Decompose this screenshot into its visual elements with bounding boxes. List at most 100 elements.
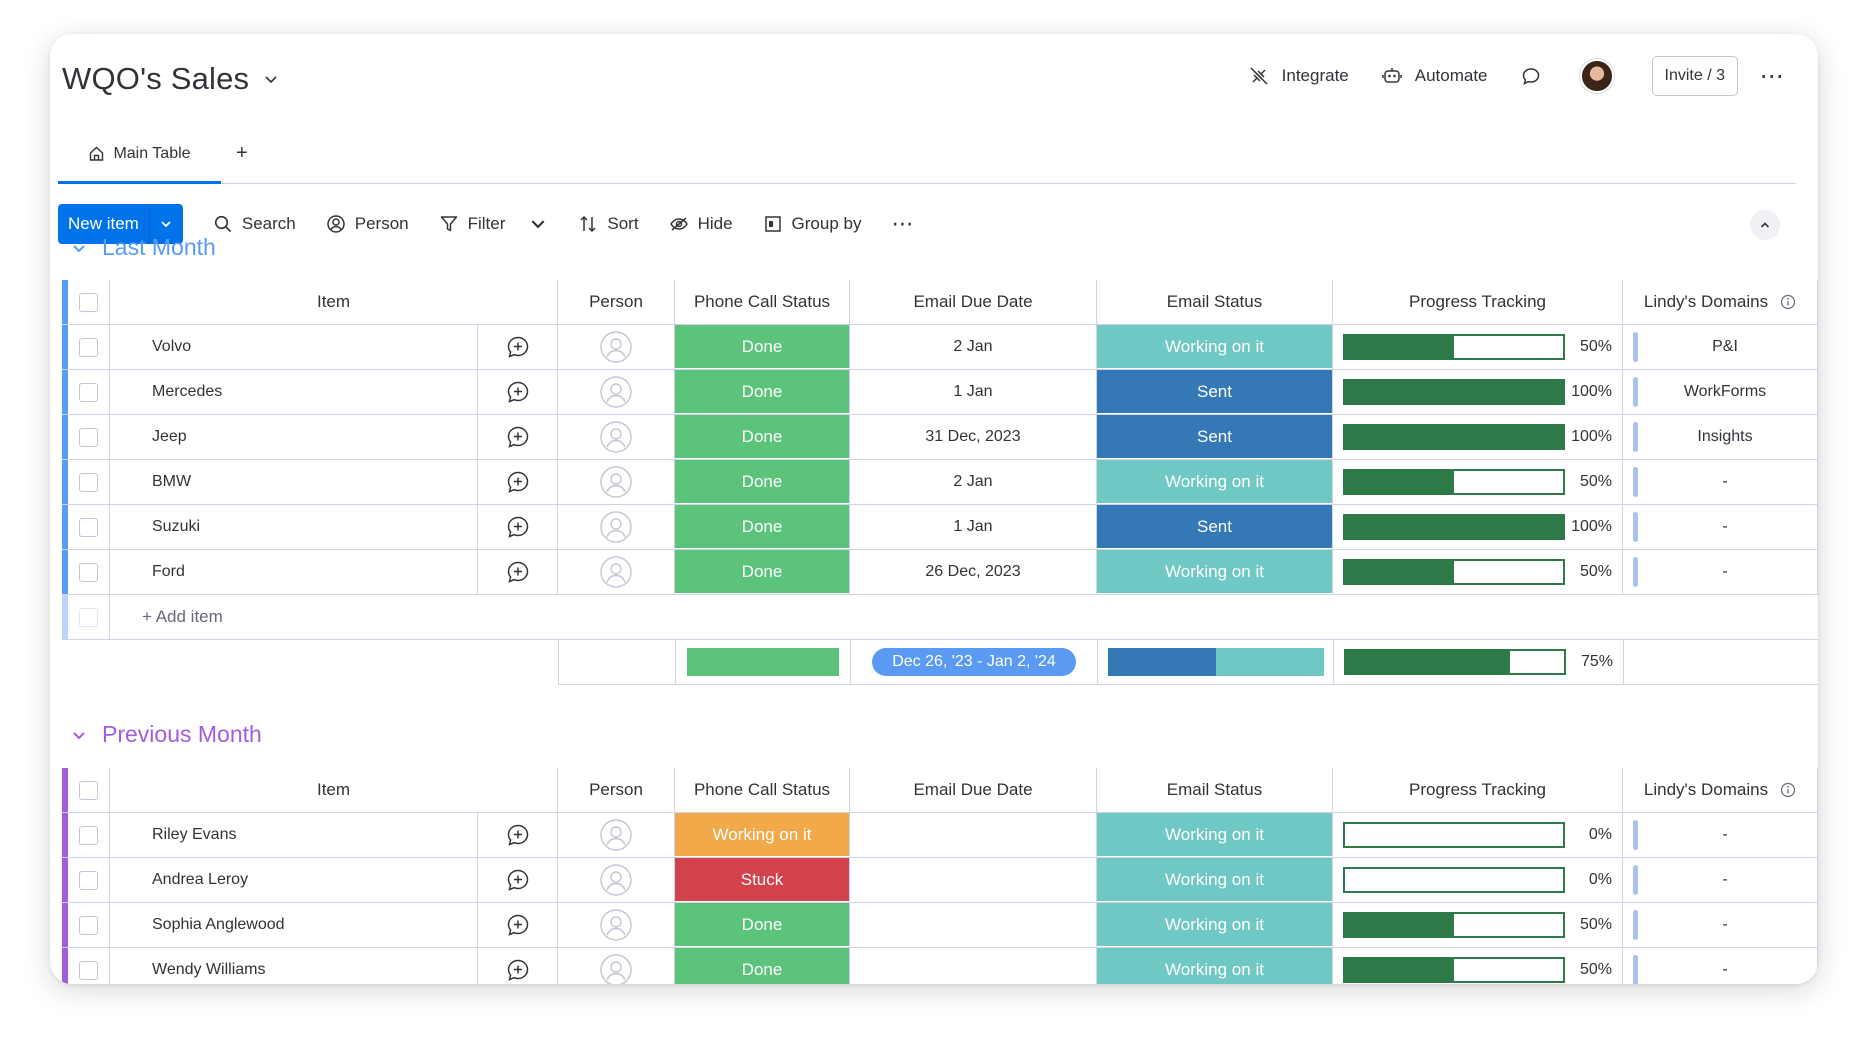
person-cell[interactable] — [558, 550, 675, 595]
table-row[interactable]: Andrea Leroy Stuck Working on it 0% - — [62, 858, 1818, 903]
email-due-date-cell[interactable]: 2 Jan — [850, 325, 1097, 370]
email-status-cell[interactable]: Working on it — [1097, 325, 1333, 370]
item-name-cell[interactable]: Jeep — [110, 415, 478, 460]
item-name-cell[interactable]: Andrea Leroy — [110, 858, 478, 903]
person-cell[interactable] — [558, 505, 675, 550]
phone-call-status-label[interactable]: Done — [675, 325, 849, 369]
add-view-button[interactable]: + — [236, 142, 248, 165]
email-status-label[interactable]: Sent — [1097, 370, 1332, 414]
chevron-down-icon[interactable] — [70, 726, 88, 744]
item-name-cell[interactable]: BMW — [110, 460, 478, 505]
group-header-previous-month[interactable]: Previous Month — [70, 721, 262, 748]
column-header-email-status[interactable]: Email Status — [1097, 280, 1333, 325]
domain-cell[interactable]: - — [1623, 948, 1818, 984]
table-row[interactable]: Ford Done 26 Dec, 2023 Working on it 50% - — [62, 550, 1818, 595]
item-name-cell[interactable]: Suzuki — [110, 505, 478, 550]
add-update-button[interactable] — [478, 858, 558, 903]
add-item-row[interactable]: + Add item — [62, 595, 1818, 640]
domain-cell[interactable]: - — [1623, 903, 1818, 948]
column-header-email-due-date[interactable]: Email Due Date — [850, 280, 1097, 325]
email-status-label[interactable]: Working on it — [1097, 813, 1332, 857]
hide-button[interactable]: Hide — [669, 214, 733, 234]
email-status-cell[interactable]: Sent — [1097, 370, 1333, 415]
email-status-label[interactable]: Sent — [1097, 415, 1332, 459]
item-name[interactable]: BMW — [152, 473, 191, 491]
item-name[interactable]: Ford — [152, 563, 185, 581]
board-title[interactable]: WQO's Sales — [62, 61, 249, 97]
sort-button[interactable]: Sort — [578, 214, 639, 234]
group-title[interactable]: Last Month — [102, 234, 216, 261]
item-name[interactable]: Jeep — [152, 428, 187, 446]
person-cell[interactable] — [558, 325, 675, 370]
email-status-label[interactable]: Sent — [1097, 505, 1332, 549]
automate-button[interactable]: Automate — [1381, 65, 1488, 87]
item-name[interactable]: Mercedes — [152, 383, 222, 401]
email-due-date-cell[interactable]: 2 Jan — [850, 460, 1097, 505]
column-header-domains[interactable]: Lindy's Domains — [1623, 280, 1818, 325]
select-all-checkbox[interactable] — [79, 292, 98, 312]
chevron-down-icon[interactable] — [528, 214, 548, 234]
item-name[interactable]: Wendy Williams — [152, 961, 266, 979]
email-due-date-cell[interactable]: 31 Dec, 2023 — [850, 415, 1097, 460]
email-status-cell[interactable]: Working on it — [1097, 550, 1333, 595]
phone-call-status-label[interactable]: Done — [675, 948, 849, 984]
chevron-down-icon[interactable] — [263, 71, 279, 87]
add-update-button[interactable] — [478, 903, 558, 948]
table-row[interactable]: Suzuki Done 1 Jan Sent 100% - — [62, 505, 1818, 550]
email-status-cell[interactable]: Sent — [1097, 415, 1333, 460]
select-all-checkbox[interactable] — [79, 780, 98, 800]
email-status-label[interactable]: Working on it — [1097, 550, 1332, 594]
person-cell[interactable] — [558, 903, 675, 948]
phone-call-status-label[interactable]: Done — [675, 370, 849, 414]
phone-call-status-label[interactable]: Stuck — [675, 858, 849, 902]
column-header-phone-call-status[interactable]: Phone Call Status — [675, 768, 850, 813]
row-checkbox[interactable] — [79, 915, 98, 935]
phone-call-status-cell[interactable]: Done — [675, 948, 850, 984]
table-row[interactable]: Riley Evans Working on it Working on it 0% - — [62, 813, 1818, 858]
filter-button[interactable]: Filter — [439, 214, 549, 234]
row-checkbox[interactable] — [79, 382, 98, 402]
domain-cell[interactable]: WorkForms — [1623, 370, 1818, 415]
phone-call-status-cell[interactable]: Done — [675, 415, 850, 460]
domain-cell[interactable]: - — [1623, 550, 1818, 595]
email-due-date-cell[interactable] — [850, 858, 1097, 903]
add-update-button[interactable] — [478, 948, 558, 984]
domain-cell[interactable]: Insights — [1623, 415, 1818, 460]
email-status-label[interactable]: Working on it — [1097, 325, 1332, 369]
person-cell[interactable] — [558, 948, 675, 984]
item-name-cell[interactable]: Sophia Anglewood — [110, 903, 478, 948]
add-update-button[interactable] — [478, 325, 558, 370]
toolbar-more-icon[interactable]: ⋯ — [891, 211, 913, 237]
email-due-date-cell[interactable]: 1 Jan — [850, 370, 1097, 415]
updates-button[interactable] — [1520, 65, 1542, 87]
email-due-date-cell[interactable] — [850, 903, 1097, 948]
group-header-last-month[interactable]: Last Month — [70, 234, 216, 261]
domain-cell[interactable]: - — [1623, 813, 1818, 858]
email-status-label[interactable]: Working on it — [1097, 948, 1332, 984]
add-update-button[interactable] — [478, 550, 558, 595]
email-status-cell[interactable]: Working on it — [1097, 858, 1333, 903]
search-button[interactable]: Search — [213, 214, 296, 234]
item-name[interactable]: Andrea Leroy — [152, 871, 248, 889]
item-name[interactable]: Sophia Anglewood — [152, 916, 285, 934]
email-status-cell[interactable]: Working on it — [1097, 460, 1333, 505]
email-status-label[interactable]: Working on it — [1097, 460, 1332, 504]
add-update-button[interactable] — [478, 370, 558, 415]
item-name-cell[interactable]: Mercedes — [110, 370, 478, 415]
add-update-button[interactable] — [478, 505, 558, 550]
add-item-cell[interactable]: + Add item — [110, 595, 223, 640]
info-icon[interactable] — [1780, 782, 1796, 798]
person-cell[interactable] — [558, 370, 675, 415]
collapse-toolbar-button[interactable] — [1750, 210, 1780, 240]
row-checkbox[interactable] — [79, 825, 98, 845]
phone-call-status-cell[interactable]: Stuck — [675, 858, 850, 903]
person-cell[interactable] — [558, 858, 675, 903]
row-checkbox[interactable] — [79, 517, 98, 537]
add-update-button[interactable] — [478, 415, 558, 460]
row-checkbox[interactable] — [79, 472, 98, 492]
row-checkbox[interactable] — [79, 337, 98, 357]
domain-cell[interactable]: - — [1623, 505, 1818, 550]
column-header-person[interactable]: Person — [558, 280, 675, 325]
email-due-date-cell[interactable] — [850, 813, 1097, 858]
domain-cell[interactable]: P&I — [1623, 325, 1818, 370]
